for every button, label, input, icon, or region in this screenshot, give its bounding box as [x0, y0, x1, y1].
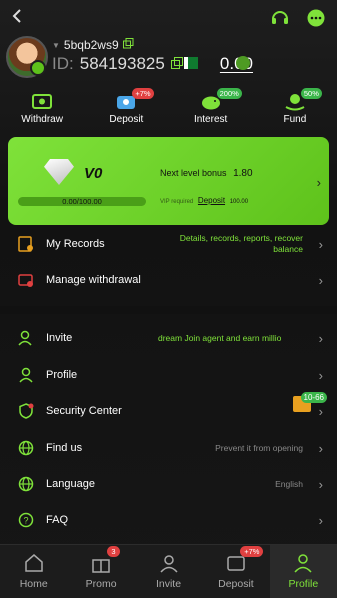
vip-bonus-label: Next level bonus	[160, 168, 227, 178]
menu-label: Security Center	[46, 405, 122, 417]
vip-deposit-link[interactable]: Deposit	[198, 196, 225, 205]
fund-badge: 50%	[300, 88, 322, 99]
vip-card[interactable]: V0 Next level bonus 1.80 0.00/100.00 VIP…	[8, 137, 329, 225]
invite-user-icon	[18, 330, 34, 346]
tab-deposit[interactable]: +7% Deposit	[202, 545, 269, 598]
deposit-label: Deposit	[109, 114, 144, 125]
tab-label: Profile	[288, 578, 319, 590]
vip-progress-text: 0.00/100.00	[62, 197, 102, 206]
interest-label: Interest	[193, 114, 228, 125]
menu-label: Language	[46, 478, 95, 490]
records-icon	[18, 236, 34, 252]
chevron-right-icon: ›	[316, 175, 321, 190]
vip-diamond-icon	[44, 159, 74, 185]
menu-label: My Records	[46, 238, 105, 250]
chevron-right-icon: ›	[318, 476, 323, 492]
chat-bubble-icon[interactable]	[306, 8, 326, 28]
menu-label: Manage withdrawal	[46, 274, 141, 286]
fund-label: Fund	[283, 114, 307, 125]
chevron-right-icon: ›	[318, 236, 323, 252]
top-bar	[0, 0, 337, 34]
tab-invite[interactable]: Invite	[135, 545, 202, 598]
fund-button[interactable]: 50% Fund	[259, 88, 331, 134]
vip-requirement: VIP required Deposit 100.00	[160, 196, 248, 205]
tab-promo[interactable]: 3 Promo	[67, 545, 134, 598]
menu-label: Invite	[46, 332, 73, 344]
profile-user-icon	[292, 553, 314, 573]
globe-icon	[18, 440, 34, 456]
chevron-right-icon: ›	[318, 330, 323, 346]
profile-page: ▼ 5bqb2ws9 ID: 584193825 0.00 Withdraw	[0, 0, 337, 598]
dropdown-icon[interactable]: ▼	[52, 41, 60, 50]
vip-req-label: VIP required	[160, 199, 194, 205]
menu-manage-withdrawal[interactable]: Manage withdrawal ›	[0, 262, 337, 298]
svg-text:?: ?	[23, 516, 28, 526]
id-label: ID:	[52, 54, 74, 73]
menu-invite[interactable]: Invite dream Join agent and earn millio …	[0, 320, 337, 356]
username-row: ▼ 5bqb2ws9	[52, 38, 134, 52]
copy-id-icon[interactable]	[170, 54, 183, 74]
withdraw-button[interactable]: Withdraw	[6, 90, 78, 134]
tab-home[interactable]: Home	[0, 545, 67, 598]
withdraw-label: Withdraw	[21, 114, 63, 125]
chevron-right-icon: ›	[318, 403, 323, 419]
menu-find-us[interactable]: Find us Prevent it from opening ›	[0, 430, 337, 466]
tab-profile[interactable]: Profile	[269, 545, 337, 598]
chevron-right-icon: ›	[318, 272, 323, 288]
bottom-tab-bar: Home 3 Promo Invite +7% Deposit Profile	[0, 544, 337, 598]
vip-progress-bar: 0.00/100.00	[18, 197, 146, 206]
tab-label: Invite	[155, 578, 182, 590]
section-divider	[0, 306, 337, 314]
shield-icon	[18, 403, 34, 419]
deposit-button[interactable]: +7% Deposit	[90, 88, 162, 134]
chevron-right-icon: ›	[318, 367, 323, 383]
menu-desc: English	[275, 479, 303, 489]
menu-label: Find us	[46, 442, 83, 454]
withdrawal-card-icon	[18, 272, 34, 288]
vip-req-amount: 100.00	[229, 199, 249, 205]
vip-level: V0	[84, 165, 103, 182]
menu-language[interactable]: Language English ›	[0, 466, 337, 502]
back-chevron-icon[interactable]	[8, 6, 28, 26]
currency-flag-icon	[184, 57, 198, 69]
copy-icon[interactable]	[122, 38, 134, 52]
interest-badge: 200%	[216, 88, 242, 99]
user-id: 584193825	[79, 54, 165, 73]
home-icon	[23, 553, 45, 573]
language-globe-icon	[18, 476, 34, 492]
gift-badge: 10-66	[300, 392, 327, 403]
menu-label: FAQ	[46, 514, 69, 526]
withdraw-icon	[30, 90, 54, 112]
username: 5bqb2ws9	[63, 38, 119, 52]
interest-button[interactable]: 200% Interest	[175, 88, 247, 134]
tab-label: Deposit	[218, 578, 254, 590]
menu-my-records[interactable]: My Records Details, records, reports, re…	[0, 225, 337, 263]
promo-badge: 3	[107, 546, 120, 557]
chevron-right-icon: ›	[318, 512, 323, 528]
menu-desc: Prevent it from opening	[215, 443, 303, 453]
users-icon	[158, 553, 180, 573]
user-id-row: ID: 584193825	[52, 54, 183, 74]
quick-actions: Withdraw +7% Deposit 200% Interest 50% F…	[0, 88, 337, 134]
chevron-right-icon: ›	[318, 440, 323, 456]
refresh-icon[interactable]	[236, 56, 250, 70]
edit-avatar-icon[interactable]	[30, 60, 46, 76]
profile-user-icon	[18, 367, 34, 383]
deposit-badge: +7%	[132, 88, 154, 99]
headset-icon[interactable]	[270, 8, 290, 28]
menu-security-center[interactable]: Security Center ›	[0, 393, 337, 429]
menu-faq[interactable]: ? FAQ ›	[0, 502, 337, 538]
tab-label: Promo	[85, 578, 117, 590]
menu-desc: dream Join agent and earn millio	[158, 333, 282, 343]
menu-profile[interactable]: Profile ›	[0, 357, 337, 393]
tab-label: Home	[19, 578, 48, 590]
vip-bonus-value: 1.80	[233, 168, 253, 179]
menu-label: Profile	[46, 369, 78, 381]
deposit-tab-badge: +7%	[240, 546, 264, 557]
question-circle-icon: ?	[18, 512, 34, 528]
vip-next-bonus: Next level bonus 1.80	[160, 168, 253, 179]
profile-header: ▼ 5bqb2ws9 ID: 584193825 0.00	[0, 34, 337, 88]
menu-desc: Details, records, reports, recover balan…	[179, 233, 303, 254]
